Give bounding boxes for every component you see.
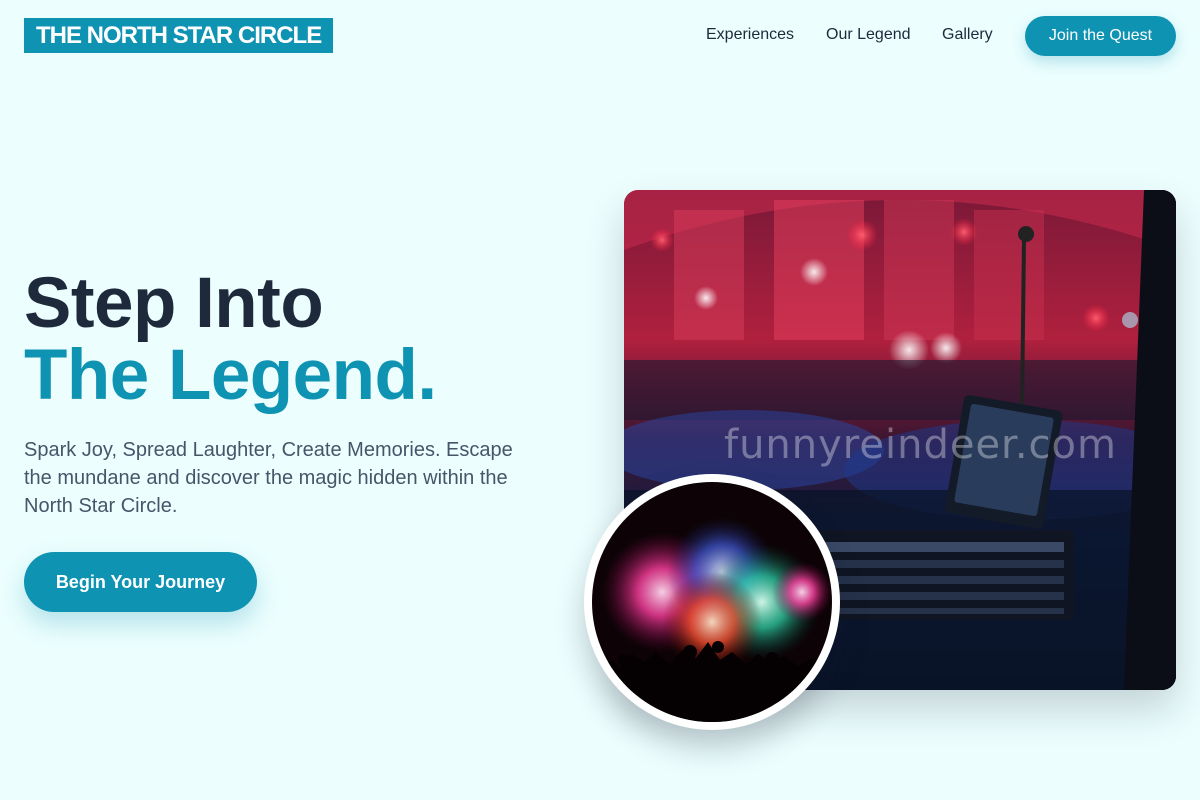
begin-journey-button[interactable]: Begin Your Journey xyxy=(24,552,257,612)
fireworks-image xyxy=(584,474,840,730)
nav-link-experiences[interactable]: Experiences xyxy=(706,26,794,44)
join-quest-button[interactable]: Join the Quest xyxy=(1025,16,1176,56)
hero-title-line-1: Step Into xyxy=(24,264,324,343)
image-watermark: funnyreindeer.com xyxy=(724,422,1117,468)
hero-title-line-2: The Legend. xyxy=(24,336,437,415)
nav-link-our-legend[interactable]: Our Legend xyxy=(826,26,911,44)
hero-subtitle: Spark Joy, Spread Laughter, Create Memor… xyxy=(24,439,513,517)
site-logo[interactable]: THE NORTH STAR CIRCLE xyxy=(24,18,334,53)
nav-link-gallery[interactable]: Gallery xyxy=(942,26,993,44)
